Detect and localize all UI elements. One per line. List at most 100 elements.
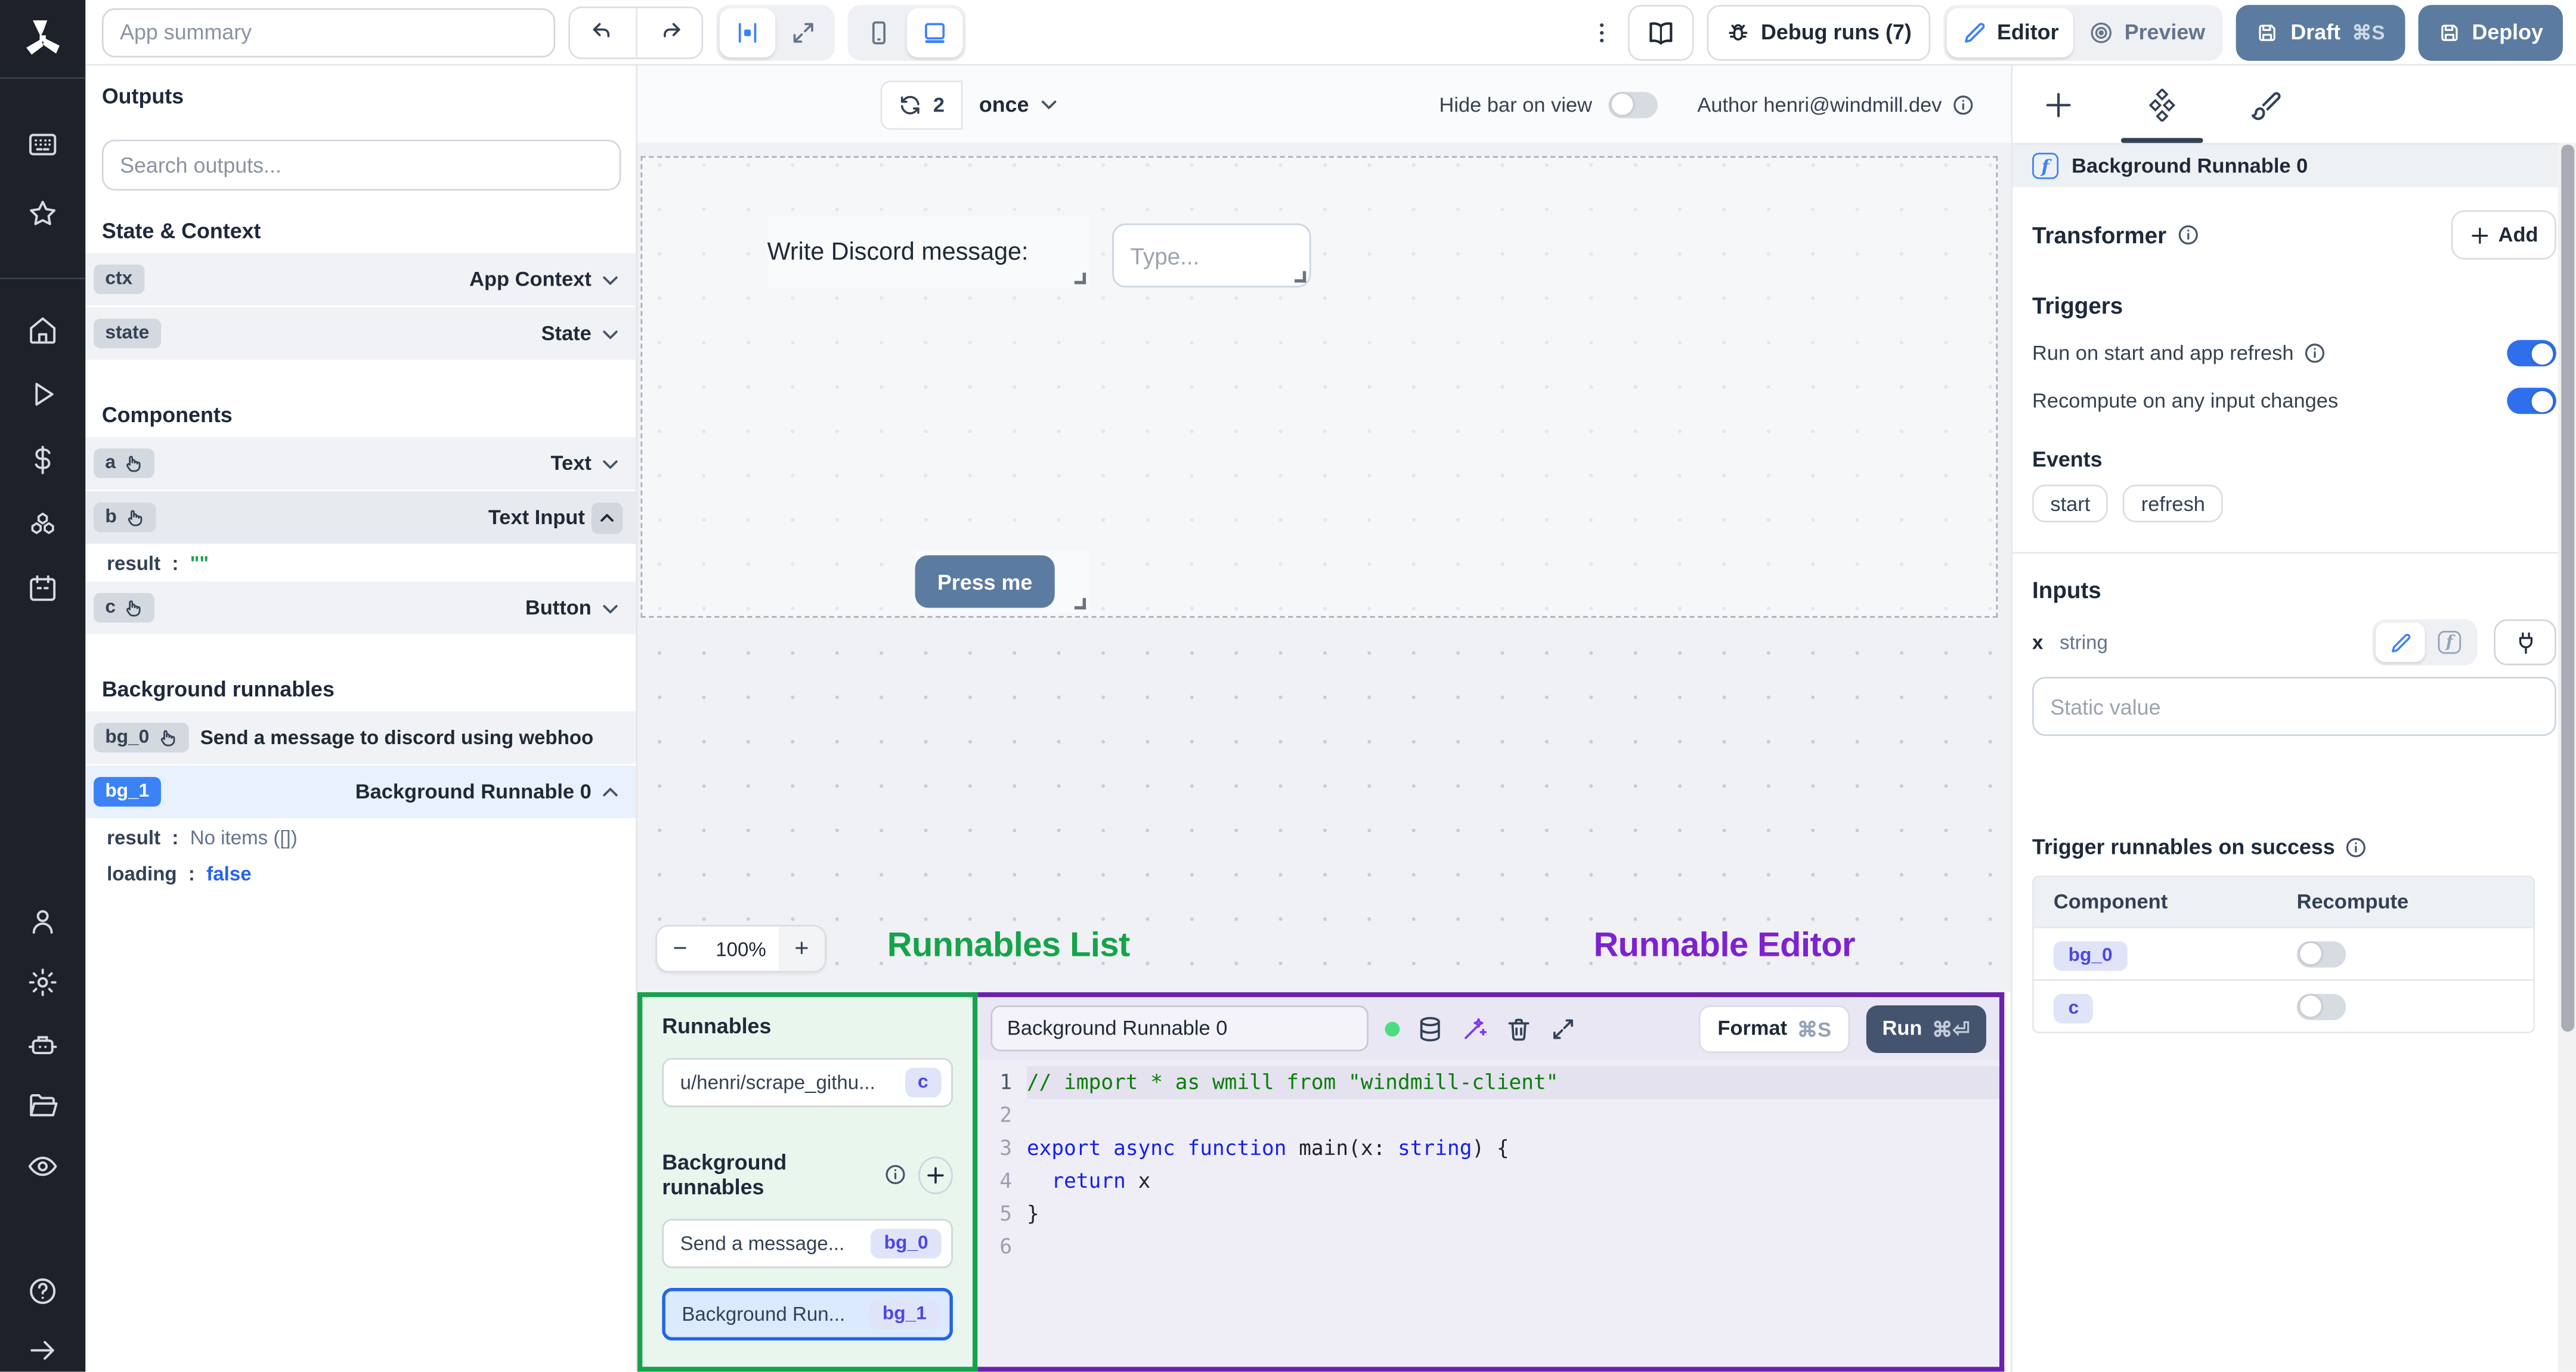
sidebar-item-schedules[interactable]: [26, 572, 59, 605]
chevron-down-icon[interactable]: [598, 451, 623, 475]
text-input-component[interactable]: Type...: [1112, 223, 1311, 288]
sidebar-item-workers[interactable]: [26, 1029, 59, 1061]
settings-tab-components-icon[interactable]: [2145, 88, 2178, 121]
state-context-heading: State & Context: [101, 218, 261, 243]
code-editor[interactable]: 123456 // import * as wmill from "windmi…: [977, 1060, 1999, 1367]
sidebar-item-home[interactable]: [26, 314, 59, 346]
sidebar-item-user[interactable]: [26, 905, 59, 938]
ai-wand-icon[interactable]: [1460, 1014, 1488, 1042]
hand-pointer-icon: [160, 730, 175, 747]
format-button[interactable]: Format ⌘S: [1699, 1004, 1850, 1052]
docs-button[interactable]: [1627, 4, 1694, 60]
undo-button[interactable]: [570, 7, 636, 57]
runnable-item-bg1-selected[interactable]: Background Run... bg_1: [662, 1288, 953, 1341]
table-row-c: c: [2033, 979, 2534, 1032]
static-mode-pencil-icon[interactable]: [2375, 622, 2425, 662]
output-row-bg0[interactable]: bg_0 Send a message to discord using web…: [85, 711, 636, 764]
refresh-count-button[interactable]: 2: [880, 79, 963, 129]
button-component-wrapper[interactable]: Press me: [915, 550, 1089, 613]
center-layout-button[interactable]: [719, 7, 776, 57]
style-tab-paintbrush-icon[interactable]: [2249, 88, 2282, 120]
add-background-runnable-button[interactable]: [918, 1156, 953, 1194]
sidebar-item-apps[interactable]: [26, 128, 59, 161]
add-transformer-button[interactable]: Add: [2450, 210, 2556, 260]
runnable-item-bg0[interactable]: Send a message... bg_0: [662, 1219, 953, 1268]
canvas-artboard[interactable]: Write Discord message: Type... Press me: [640, 156, 1998, 618]
output-row-a[interactable]: a Text: [85, 436, 636, 490]
chevron-up-icon[interactable]: [591, 501, 623, 534]
event-pill-refresh[interactable]: refresh: [2123, 484, 2224, 523]
scrollbar-thumb[interactable]: [2560, 144, 2574, 1032]
insert-tab-plus-icon[interactable]: [2042, 88, 2075, 120]
event-pill-start[interactable]: start: [2032, 484, 2109, 523]
deploy-button[interactable]: Deploy: [2417, 4, 2563, 60]
eval-mode-function-icon[interactable]: f: [2425, 622, 2475, 662]
info-icon[interactable]: [2345, 835, 2368, 859]
chevron-down-icon[interactable]: [598, 596, 623, 620]
run-on-start-row: Run on start and app refresh: [2032, 340, 2556, 367]
info-icon[interactable]: [1952, 93, 1975, 116]
desktop-view-button[interactable]: [906, 7, 963, 57]
info-icon[interactable]: [2176, 224, 2200, 247]
recompute-toggle[interactable]: [2507, 388, 2556, 414]
run-button[interactable]: Run ⌘⏎: [1865, 1004, 1986, 1052]
sidebar-item-expand[interactable]: [26, 1334, 59, 1367]
hand-pointer-icon: [128, 510, 143, 526]
resize-handle[interactable]: [1295, 271, 1306, 283]
debug-runs-button[interactable]: Debug runs (7): [1707, 4, 1930, 60]
database-icon[interactable]: [1416, 1014, 1444, 1042]
resize-handle[interactable]: [1074, 597, 1086, 610]
connect-plug-icon[interactable]: [2494, 619, 2556, 665]
hand-pointer-icon: [127, 600, 141, 617]
zoom-out-button[interactable]: −: [657, 927, 703, 971]
sidebar-item-variables[interactable]: [26, 444, 59, 476]
output-row-b[interactable]: b Text Input: [85, 491, 636, 544]
output-row-state[interactable]: state State: [85, 307, 636, 360]
right-panel-scrollbar[interactable]: [2558, 143, 2576, 1372]
info-icon[interactable]: [884, 1163, 907, 1187]
a-badge: a: [94, 448, 156, 478]
sidebar-item-folders[interactable]: [26, 1089, 59, 1122]
runnable-title-input[interactable]: [990, 1005, 1368, 1052]
resize-handle[interactable]: [1074, 272, 1086, 284]
bg1-result-row: result: No items ([]): [85, 819, 636, 856]
more-menu-icon[interactable]: [1589, 7, 1615, 57]
expand-editor-icon[interactable]: [1549, 1014, 1577, 1042]
app-summary-input[interactable]: [101, 7, 556, 57]
sidebar-item-audit[interactable]: [26, 1150, 59, 1183]
zoom-in-button[interactable]: +: [778, 926, 825, 971]
c-recompute-toggle[interactable]: [2296, 993, 2346, 1020]
chevron-up-icon[interactable]: [598, 779, 623, 804]
redo-button[interactable]: [636, 7, 702, 57]
sidebar-item-runs[interactable]: [26, 378, 59, 411]
interval-dropdown[interactable]: once: [979, 92, 1062, 117]
bg0-recompute-toggle[interactable]: [2296, 940, 2346, 967]
windmill-logo-icon[interactable]: [18, 13, 67, 63]
info-icon[interactable]: [2303, 342, 2327, 365]
sidebar-item-help[interactable]: [26, 1275, 59, 1308]
chevron-down-icon[interactable]: [598, 267, 623, 292]
output-row-ctx[interactable]: ctx App Context: [85, 253, 636, 306]
app-canvas[interactable]: Write Discord message: Type... Press me: [637, 143, 2011, 993]
output-row-c[interactable]: c Button: [85, 581, 636, 634]
sidebar-item-settings[interactable]: [26, 966, 59, 999]
editor-tab[interactable]: Editor: [1946, 7, 2074, 57]
fullscreen-canvas-button[interactable]: [775, 7, 831, 57]
code-lines[interactable]: // import * as wmill from "windmill-clie…: [1026, 1066, 1999, 1367]
text-component[interactable]: Write Discord message:: [767, 216, 1089, 288]
preview-tab[interactable]: Preview: [2073, 7, 2220, 57]
draft-button[interactable]: Draft ⌘S: [2236, 4, 2405, 60]
mobile-view-button[interactable]: [851, 7, 907, 57]
trash-icon[interactable]: [1505, 1014, 1533, 1042]
press-me-button[interactable]: Press me: [915, 555, 1055, 608]
runnable-item-script[interactable]: u/henri/scrape_githu... c: [662, 1058, 953, 1107]
run-on-start-toggle[interactable]: [2507, 340, 2556, 367]
events-heading: Events: [2032, 447, 2103, 472]
sidebar-item-resources[interactable]: [26, 507, 59, 540]
static-value-input[interactable]: [2032, 677, 2556, 736]
output-row-bg1[interactable]: bg_1 Background Runnable 0: [85, 765, 636, 819]
hide-bar-toggle[interactable]: [1608, 91, 1658, 117]
chevron-down-icon[interactable]: [598, 321, 623, 346]
search-outputs-input[interactable]: [101, 140, 621, 191]
sidebar-item-favorites[interactable]: [26, 197, 59, 230]
